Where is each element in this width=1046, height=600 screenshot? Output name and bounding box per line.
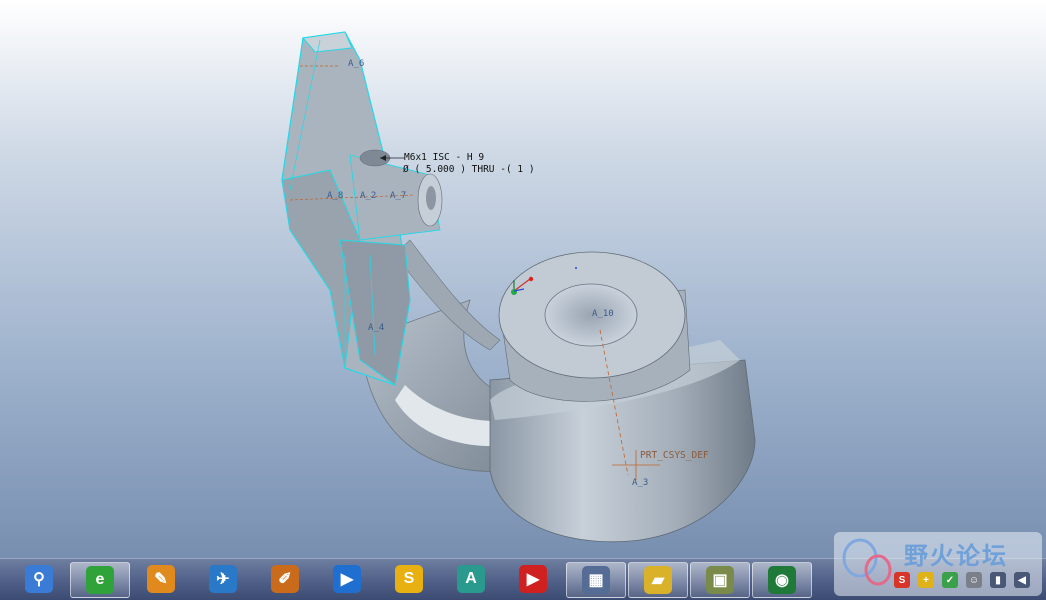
add-icon[interactable]: + [918, 572, 934, 588]
input-method-icon[interactable]: S [894, 572, 910, 588]
sogou-app-icon: S [395, 565, 423, 593]
part-model[interactable]: M6x1 ISC - H 9 Ø ( 5.000 ) THRU -( 1 ) A… [0, 0, 1046, 558]
bird-app-icon: ✈ [209, 565, 237, 593]
paint-app-icon: ✐ [271, 565, 299, 593]
network-icon[interactable]: ▮ [990, 572, 1006, 588]
hole-note-line2: Ø ( 5.000 ) THRU -( 1 ) [403, 164, 535, 175]
taskbar-ie-browser-button[interactable]: e [70, 562, 130, 598]
butterfly-logo-icon [842, 538, 892, 586]
proe-window-icon: ▦ [582, 566, 610, 594]
taskbar-video-app-button[interactable]: ▶ [504, 562, 562, 596]
taskbar-paint-app-button[interactable]: ✐ [256, 562, 314, 596]
taskbar-sogou-app-button[interactable]: S [380, 562, 438, 596]
axis-label-a7: A_7 [390, 191, 406, 201]
taskbar-draw-app-button[interactable]: ✎ [132, 562, 190, 596]
user-icon[interactable]: ☺ [966, 572, 982, 588]
media-app-icon: ▶ [333, 565, 361, 593]
axis-label-a2: A_2 [360, 191, 376, 201]
taskbar-proe-window-button[interactable]: ▦ [566, 562, 626, 598]
hole-note-line1: M6x1 ISC - H 9 [404, 152, 484, 163]
taskbar-search-app-button[interactable]: ⚲ [10, 562, 68, 596]
cad-viewport[interactable]: M6x1 ISC - H 9 Ø ( 5.000 ) THRU -( 1 ) A… [0, 0, 1046, 558]
csys-label: PRT_CSYS_DEF [640, 450, 709, 461]
search-app-icon: ⚲ [25, 565, 53, 593]
taskbar-photo-app-button[interactable]: ▣ [690, 562, 750, 598]
axis-label-a10: A_10 [592, 309, 614, 319]
shield-icon[interactable]: ✓ [942, 572, 958, 588]
taskbar-eye-app-button[interactable]: ◉ [752, 562, 812, 598]
taskbar-media-app-button[interactable]: ▶ [318, 562, 376, 596]
ie-browser-icon: e [86, 566, 114, 594]
cad-app-icon: A [457, 565, 485, 593]
folder-app-icon: ▰ [644, 566, 672, 594]
photo-app-icon: ▣ [706, 566, 734, 594]
axis-label-a4: A_4 [368, 323, 384, 333]
volume-icon[interactable]: ◀ [1014, 572, 1030, 588]
axis-label-a3: A_3 [632, 478, 648, 488]
taskbar-bird-app-button[interactable]: ✈ [194, 562, 252, 596]
forum-watermark: 野火论坛 [904, 542, 1008, 570]
eye-app-icon: ◉ [768, 566, 796, 594]
system-tray: 野火论坛 S + ✓ ☺ ▮ ◀ [834, 532, 1042, 596]
draw-app-icon: ✎ [147, 565, 175, 593]
taskbar-cad-app-button[interactable]: A [442, 562, 500, 596]
axis-label-a8: A_8 [327, 191, 343, 201]
axis-label-a6: A_6 [348, 59, 364, 69]
taskbar-folder-app-button[interactable]: ▰ [628, 562, 688, 598]
boss-bore [544, 283, 638, 347]
video-app-icon: ▶ [519, 565, 547, 593]
